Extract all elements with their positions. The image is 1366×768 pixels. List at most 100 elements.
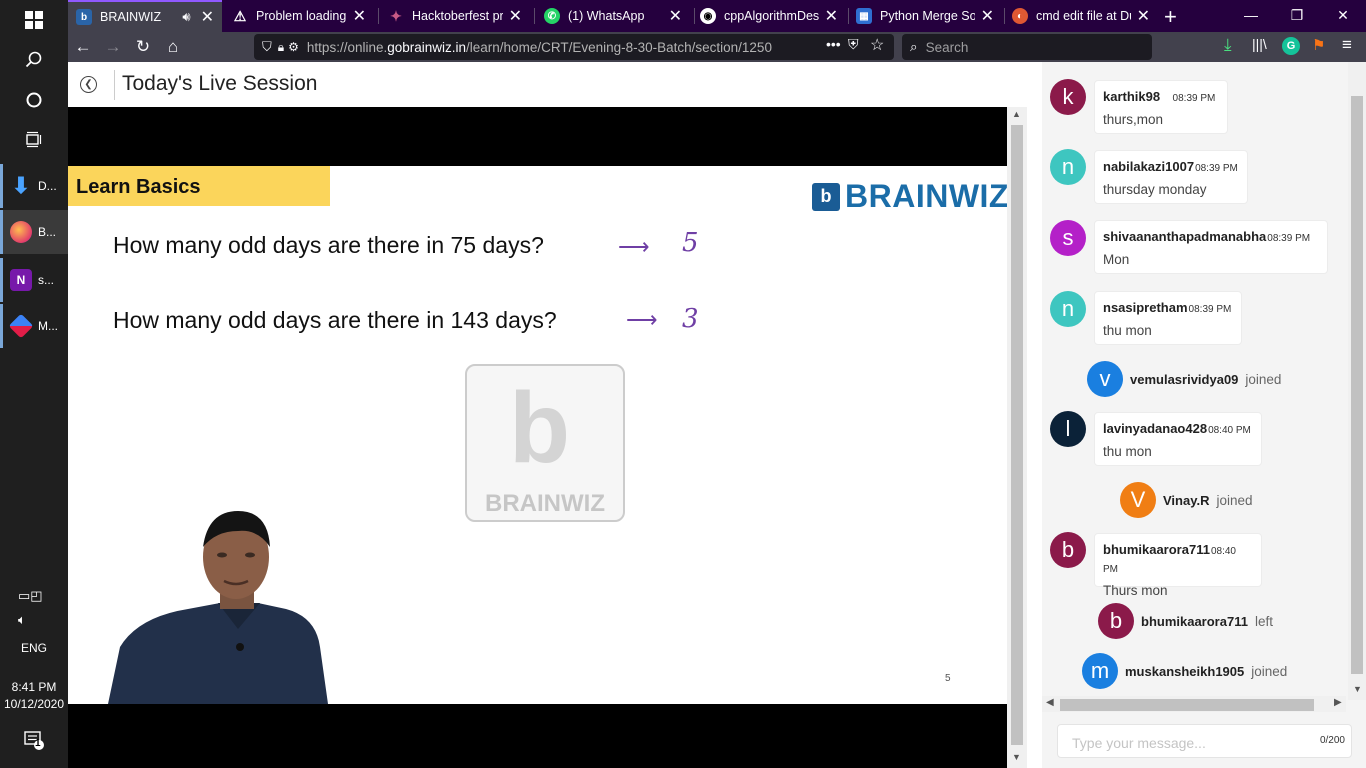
chat-message-text: thu mon [1103,444,1152,459]
close-tab-icon[interactable]: ✕ [981,6,994,26]
back-circle-icon[interactable]: ❮ [80,76,97,93]
url-text: https://online.gobrainwiz.in/learn/home/… [306,39,772,55]
scroll-right-icon[interactable]: ▶ [1334,697,1342,708]
handwritten-arrow-icon: ⟶ [626,307,658,332]
chat-message-text: Thurs mon [1103,583,1168,598]
close-tab-icon[interactable]: ✕ [1137,6,1150,26]
pocket-icon[interactable]: ⛨ [848,36,859,53]
close-tab-icon[interactable]: ✕ [669,6,682,26]
tab-whatsapp[interactable]: ✆ (1) WhatsApp ✕ [536,0,690,32]
grid-site-icon: ▦ [856,8,872,24]
page-scrollbar[interactable]: ▲ ▼ [1007,107,1027,768]
chat-hscroll-thumb[interactable] [1060,699,1314,711]
menu-hamburger-icon[interactable]: ≡ [1342,35,1352,55]
page-actions-icon[interactable]: ••• [826,36,841,52]
home-icon[interactable]: ⌂ [160,35,186,59]
chat-message-card: nabilakazi100708:39 PM thursday monday [1094,150,1248,204]
slide-page-number: 5 [945,673,951,684]
lock-icon[interactable]: 🔒︎ [278,40,284,55]
close-window-icon[interactable]: ✕ [1320,0,1366,30]
git-icon [8,313,34,339]
search-icon[interactable] [0,40,68,80]
volume-icon[interactable]: 🔈︎ [18,612,26,628]
duckduckgo-icon: ◐ [1012,8,1028,24]
chat-username: nabilakazi1007 [1103,159,1195,174]
taskbar-app-download[interactable]: ⬇ D... [0,164,68,208]
clock-time[interactable]: 8:41 PM [0,680,68,694]
tab-cpp-algorithm[interactable]: ◉ cppAlgorithmDesign ✕ [692,0,846,32]
chat-message-card: nsasipretham08:39 PM thu mon [1094,291,1242,345]
whatsapp-icon: ✆ [544,8,560,24]
chat-username: vemulasrividya09 [1130,371,1239,387]
tab-hacktoberfest[interactable]: ✦ Hacktoberfest presents ✕ [380,0,530,32]
chat-scrollbar-thumb[interactable] [1351,96,1363,674]
github-icon: ◉ [700,8,716,24]
windows-taskbar: ⬇ D... B... N s... M... ▭◰ 🔈︎ ENG 8:41 P… [0,0,68,768]
taskbar-app-git[interactable]: M... [0,304,68,348]
cortana-icon[interactable] [0,80,68,120]
scroll-up-icon[interactable]: ▲ [1012,109,1021,119]
page-content: ❮ Today's Live Session Learn Basics b BR… [68,62,1366,768]
tab-python-merge-sort[interactable]: ▦ Python Merge Sort ✕ [848,0,1002,32]
new-tab-plus-icon[interactable]: + [1164,4,1177,30]
slide-question-1: How many odd days are there in 75 days? [113,232,544,258]
close-tab-icon[interactable]: ✕ [825,6,838,26]
task-view-icon[interactable] [0,120,68,160]
close-tab-icon[interactable]: ✕ [509,6,522,26]
url-bar[interactable]: ⛉ 🔒︎ ⚙ https://online.gobrainwiz.in/lear… [254,34,894,60]
tab-problem-loading[interactable]: ⚠ Problem loading page ✕ [224,0,374,32]
chat-username: karthik98 [1103,89,1161,104]
close-tab-icon[interactable]: ✕ [353,6,366,26]
windows-start-icon[interactable] [0,0,68,40]
slide-badge: Learn Basics [68,166,330,206]
avatar: n [1050,149,1086,185]
chat-message-input[interactable]: Type your message... 0/200 [1057,724,1352,758]
chat-timestamp: 08:39 PM [1267,233,1311,244]
reload-icon[interactable]: ↻ [130,35,156,59]
network-icon[interactable]: ▭◰ [18,588,43,604]
chat-username: muskansheikh1905 [1125,663,1245,679]
permissions-icon[interactable]: ⚙ [288,40,299,54]
scroll-down-icon[interactable]: ▼ [1353,684,1362,694]
chat-timestamp: 08:40 PM [1208,425,1251,436]
chat-message-text: thursday monday [1103,182,1207,197]
close-tab-icon[interactable]: ✕ [201,7,214,27]
page-scrollbar-thumb[interactable] [1011,125,1023,745]
handwritten-arrow-icon: ⟶ [618,234,650,259]
avatar: m [1082,653,1118,689]
forward-arrow-icon[interactable]: → [100,35,126,59]
bookmark-star-icon[interactable]: ☆ [870,35,884,55]
chat-join-event: v vemulasrividya09 joined [1087,361,1281,397]
scroll-left-icon[interactable]: ◀ [1046,697,1054,708]
library-icon[interactable]: |||\ [1252,36,1267,52]
tab-duckduckgo[interactable]: ◐ cmd edit file at Duck ✕ [1004,0,1158,32]
tab-brainwiz[interactable]: b BRAINWIZ 🔊︎ ✕ [68,0,222,32]
brainwiz-logo-icon: b [812,182,840,211]
taskbar-app-firefox[interactable]: B... [0,210,68,254]
back-arrow-icon[interactable]: ← [70,35,96,59]
firefox-icon [10,221,32,243]
language-indicator[interactable]: ENG [0,641,68,655]
search-input[interactable]: ⌕ Search [902,34,1152,60]
chat-vertical-scrollbar[interactable]: ▼ [1348,62,1366,700]
speaker-icon[interactable]: 🔊︎ [182,9,190,25]
chat-horizontal-scrollbar[interactable]: ◀ ▶ [1042,696,1346,712]
video-player[interactable]: Learn Basics b BRAINWIZ How many odd day… [68,107,1007,768]
chat-message-text: thurs,mon [1103,112,1164,127]
chat-timestamp: 08:39 PM [1188,304,1232,315]
taskbar-app-onenote[interactable]: N s... [0,258,68,302]
chat-char-count: 0/200 [1319,735,1345,746]
clock-date[interactable]: 10/12/2020 [0,697,68,711]
shield-icon[interactable]: ⛉ [262,39,272,55]
search-icon: ⌕ [910,39,918,54]
scroll-down-icon[interactable]: ▼ [1012,752,1021,762]
restore-window-icon[interactable]: ❐ [1274,0,1320,30]
extension-icon[interactable]: ⚑ [1312,36,1325,54]
downloads-icon[interactable]: ⤓ [1224,35,1232,55]
chat-panel: k karthik98 08:39 PM thurs,mon n nabilak… [1042,62,1366,768]
chat-message-card: lavinyadanao42808:40 PM thu mon [1094,412,1262,466]
minimize-window-icon[interactable]: — [1228,0,1274,30]
notification-center-icon[interactable]: 1 [24,730,44,755]
grammarly-icon[interactable]: G [1282,37,1300,55]
brainwiz-favicon: b [76,9,92,25]
